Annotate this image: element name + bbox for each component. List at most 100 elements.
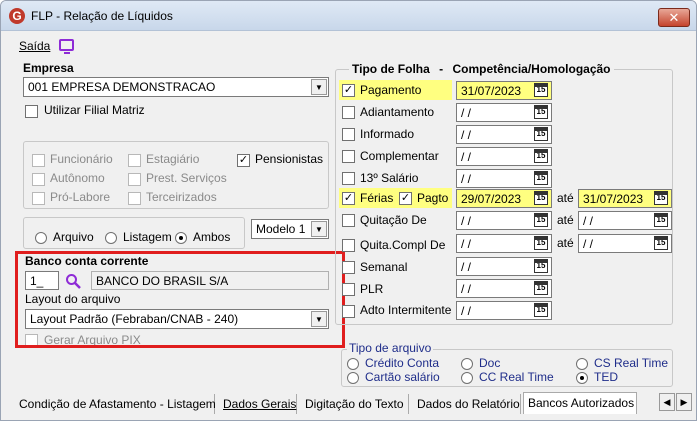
semanal-checkbox[interactable]: [342, 261, 355, 274]
autonomo-checkbox[interactable]: [32, 173, 45, 186]
terceirizados-checkbox[interactable]: [128, 192, 141, 205]
pro-labore-checkbox[interactable]: [32, 192, 45, 205]
tab-next-icon[interactable]: ▶: [676, 393, 692, 411]
plr-label: PLR: [360, 282, 384, 296]
ate-label: até: [557, 213, 574, 227]
cartao-salario-label: Cartão salário: [365, 370, 440, 384]
ted-radio[interactable]: [576, 372, 588, 384]
pensionistas-checkbox[interactable]: ✓: [237, 154, 250, 167]
tab-prev-icon[interactable]: ◀: [659, 393, 675, 411]
complementar-date-value: / /: [461, 150, 472, 164]
adiantamento-label: Adiantamento: [360, 105, 435, 119]
calendar-icon[interactable]: 15: [534, 105, 548, 119]
terceirizados-label: Terceirizados: [146, 190, 217, 204]
calendar-icon[interactable]: 15: [534, 171, 548, 185]
informado-checkbox[interactable]: [342, 128, 355, 141]
modelo-value: Modelo 1: [256, 222, 306, 236]
adiantamento-date-value: / /: [461, 106, 472, 120]
cs-real-time-label: CS Real Time: [594, 356, 669, 370]
ferias-checkbox[interactable]: ✓: [342, 192, 355, 205]
quitacao-checkbox[interactable]: [342, 214, 355, 227]
doc-label: Doc: [479, 356, 501, 370]
cs-real-time-radio[interactable]: [576, 358, 588, 370]
pagto-checkbox[interactable]: ✓: [399, 192, 412, 205]
estagiario-label: Estagiário: [146, 152, 200, 166]
calendar-icon[interactable]: 15: [654, 213, 668, 227]
calendar-icon[interactable]: 15: [654, 191, 668, 205]
tab-digitacao-texto[interactable]: Digitação do Texto: [301, 394, 409, 414]
cc-real-time-label: CC Real Time: [479, 370, 554, 384]
funcionario-checkbox[interactable]: [32, 154, 45, 167]
pagto-label: Pagto: [417, 191, 449, 205]
ate-label: até: [557, 236, 574, 250]
complementar-label: Complementar: [360, 149, 439, 163]
chevron-down-icon[interactable]: ▼: [311, 221, 327, 237]
prest-servicos-checkbox[interactable]: [128, 173, 141, 186]
pensionistas-label: Pensionistas: [255, 152, 324, 166]
funcionario-label: Funcionário: [50, 152, 113, 166]
calendar-icon[interactable]: 15: [534, 303, 548, 317]
calendar-icon[interactable]: 15: [534, 281, 548, 295]
pro-labore-label: Pró-Labore: [50, 190, 111, 204]
ambos-radio[interactable]: [175, 232, 187, 244]
empresa-value: 001 EMPRESA DEMONSTRACAO: [28, 80, 216, 94]
calendar-icon[interactable]: 15: [534, 236, 548, 250]
estagiario-checkbox[interactable]: [128, 154, 141, 167]
folha-header-tipo: Tipo de Folha: [352, 62, 430, 76]
quita-compl-checkbox[interactable]: [342, 239, 355, 252]
tab-dados-relatorio[interactable]: Dados do Relatório: [413, 394, 521, 414]
calendar-icon[interactable]: 15: [534, 83, 548, 97]
decimo-terceiro-checkbox[interactable]: [342, 172, 355, 185]
ted-label: TED: [594, 370, 618, 384]
arquivo-radio[interactable]: [35, 232, 47, 244]
plr-checkbox[interactable]: [342, 283, 355, 296]
ate-label: até: [557, 191, 574, 205]
autonomo-label: Autônomo: [50, 171, 105, 185]
menu-saida[interactable]: Saída: [19, 39, 50, 53]
app-logo-icon: G: [9, 8, 25, 24]
ambos-label: Ambos: [193, 230, 231, 244]
listagem-label: Listagem: [123, 230, 172, 244]
chevron-down-icon[interactable]: ▼: [311, 79, 327, 95]
window-title: FLP - Relação de Líquidos: [31, 9, 173, 23]
empresa-select[interactable]: 001 EMPRESA DEMONSTRACAO ▼: [23, 77, 329, 97]
calendar-icon[interactable]: 15: [534, 259, 548, 273]
ferias-date-value: 29/07/2023: [461, 192, 522, 206]
adto-intermitente-checkbox[interactable]: [342, 305, 355, 318]
utilizar-filial-label: Utilizar Filial Matriz: [44, 103, 145, 117]
monitor-icon[interactable]: [59, 39, 74, 54]
calendar-icon[interactable]: 15: [534, 127, 548, 141]
quitacao-date-value: / /: [461, 214, 472, 228]
calendar-icon[interactable]: 15: [654, 236, 668, 250]
pagamento-checkbox[interactable]: ✓: [342, 84, 355, 97]
tipo-arquivo-label: Tipo de arquivo: [347, 341, 434, 355]
doc-radio[interactable]: [461, 358, 473, 370]
prest-servicos-label: Prest. Serviços: [146, 171, 227, 185]
title-bar: G FLP - Relação de Líquidos ✕: [1, 1, 696, 31]
modelo-select[interactable]: Modelo 1 ▼: [251, 219, 329, 239]
ferias-date-ate-value: 31/07/2023: [583, 192, 644, 206]
utilizar-filial-checkbox[interactable]: [25, 105, 38, 118]
semanal-date-value: / /: [461, 260, 472, 274]
cartao-salario-radio[interactable]: [347, 372, 359, 384]
listagem-radio[interactable]: [105, 232, 117, 244]
calendar-icon[interactable]: 15: [534, 191, 548, 205]
quita-compl-label: Quita.Compl De: [360, 238, 446, 252]
calendar-icon[interactable]: 15: [534, 213, 548, 227]
decimo-terceiro-label: 13º Salário: [360, 171, 419, 185]
informado-date-value: / /: [461, 128, 472, 142]
cc-real-time-radio[interactable]: [461, 372, 473, 384]
ferias-label: Férias: [360, 191, 394, 205]
credito-conta-radio[interactable]: [347, 358, 359, 370]
calendar-icon[interactable]: 15: [534, 149, 548, 163]
adiantamento-checkbox[interactable]: [342, 106, 355, 119]
tab-condicao-afastamento[interactable]: Condição de Afastamento - Listagem: [15, 394, 216, 414]
tab-bancos-autorizados[interactable]: Bancos Autorizados: [523, 392, 637, 414]
complementar-checkbox[interactable]: [342, 150, 355, 163]
highlight-frame: [15, 251, 345, 348]
quita-compl-date-ate-value: / /: [583, 237, 594, 251]
quitacao-label: Quitação De: [360, 213, 427, 227]
quita-compl-date-value: / /: [461, 237, 472, 251]
tab-dados-gerais[interactable]: Dados Gerais: [219, 394, 297, 414]
close-button[interactable]: ✕: [658, 8, 690, 27]
